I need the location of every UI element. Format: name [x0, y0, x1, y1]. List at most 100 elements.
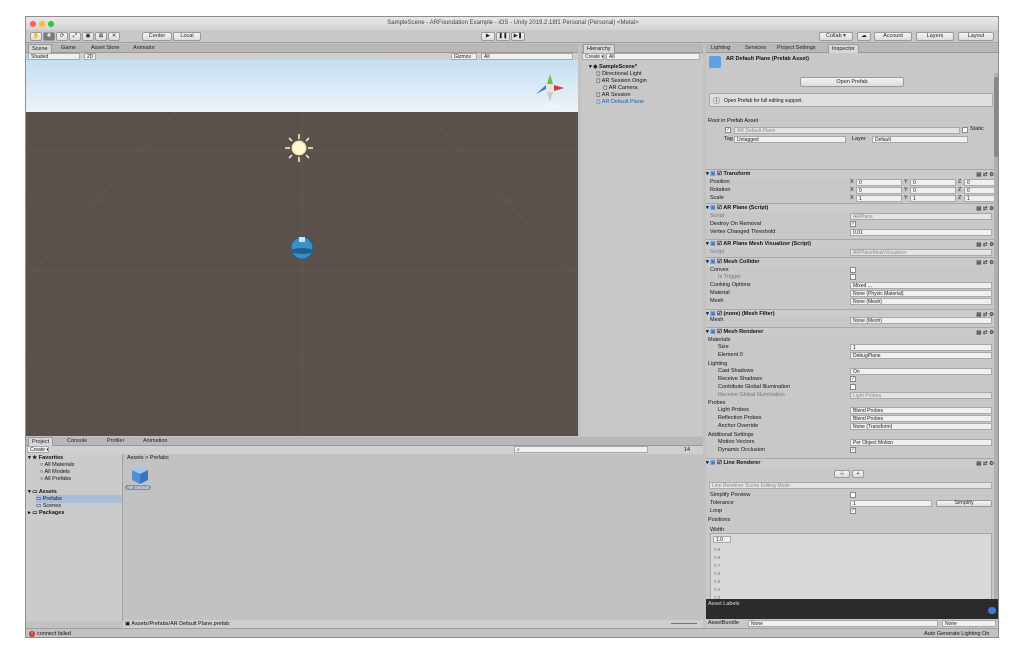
tab-inspector[interactable]: Inspector: [828, 44, 859, 53]
transform-tool-icon[interactable]: ⊠: [95, 32, 107, 41]
light-probes-dropdown[interactable]: Blend Probes: [850, 407, 992, 414]
materials-size-field[interactable]: 1: [850, 344, 992, 351]
close-window-button[interactable]: [30, 21, 36, 27]
scene-search-input[interactable]: All: [481, 53, 573, 60]
tab-animation[interactable]: Animation: [140, 437, 170, 446]
rotate-tool-icon[interactable]: ⟳: [56, 32, 68, 41]
assetbundle-dropdown[interactable]: None: [748, 620, 938, 627]
prefab-cube-icon[interactable]: [132, 466, 148, 484]
layers-dropdown[interactable]: Layers: [916, 32, 954, 41]
transform-header[interactable]: ▾ ▣ ☑ Transform ▤ ⇄ ⚙: [706, 169, 998, 178]
layout-dropdown[interactable]: Layout: [958, 32, 994, 41]
open-prefab-button[interactable]: Open Prefab: [800, 77, 904, 87]
component-enabled-checkbox[interactable]: ☑: [717, 329, 722, 335]
transform-rotation-x-field[interactable]: 0: [856, 187, 902, 194]
component-settings-icon[interactable]: ▤ ⇄ ⚙: [976, 171, 994, 179]
packages-folder[interactable]: ▸ ▭ Packages: [28, 509, 64, 517]
cloud-icon[interactable]: ☁: [857, 32, 871, 41]
dynamic-occlusion-checkbox[interactable]: ✓: [850, 447, 856, 453]
component-settings-icon[interactable]: ▤ ⇄ ⚙: [976, 329, 994, 337]
component-enabled-checkbox[interactable]: ☑: [717, 171, 722, 177]
collab-button[interactable]: Collab ▾: [819, 32, 853, 41]
scene-viewport[interactable]: < Persp: [26, 60, 578, 436]
directional-light-icon[interactable]: [285, 134, 313, 162]
tab-hierarchy[interactable]: Hierarchy: [583, 44, 615, 53]
2d-toggle[interactable]: 2D: [84, 53, 96, 60]
rect-tool-icon[interactable]: ▣: [82, 32, 94, 41]
vertex-threshold-field[interactable]: 0.01: [850, 229, 992, 236]
visualizer-header[interactable]: ▾ ▣ ☑ AR Plane Mesh Visualizer (Script) ▤…: [706, 239, 998, 248]
status-error-text[interactable]: connect failed: [37, 630, 71, 637]
tab-lighting[interactable]: Lighting: [708, 44, 733, 53]
simplify-preview-checkbox[interactable]: [850, 492, 856, 498]
hierarchy-search-input[interactable]: All: [606, 53, 700, 60]
minimize-window-button[interactable]: [39, 21, 45, 27]
project-create-button[interactable]: Create ▾: [27, 446, 49, 453]
layer-dropdown[interactable]: Default: [872, 136, 968, 143]
gameobject-name-field[interactable]: AR Default Plane: [734, 127, 960, 134]
transform-position-y-field[interactable]: 0: [910, 179, 956, 186]
label-tag-icon[interactable]: [988, 607, 996, 614]
motion-vectors-dropdown[interactable]: Per Object Motion: [850, 439, 992, 446]
move-tool-icon[interactable]: ✚: [43, 32, 55, 41]
tag-dropdown[interactable]: Untagged: [734, 136, 846, 143]
tab-scene[interactable]: Scene: [28, 44, 52, 53]
ar-plane-header[interactable]: ▾ ▣ ☑ AR Plane (Script) ▤ ⇄ ⚙: [706, 203, 998, 212]
transform-rotation-y-field[interactable]: 0: [910, 187, 956, 194]
element-0-field[interactable]: DebugPlane: [850, 352, 992, 359]
width-curve-editor[interactable]: 1.0 0.9 0.8 0.7 0.6 0.5 0.4 0.3: [710, 533, 992, 605]
component-enabled-checkbox[interactable]: ☑: [717, 460, 722, 466]
simplify-button[interactable]: Simplify: [936, 500, 992, 507]
component-settings-icon[interactable]: ▤ ⇄ ⚙: [976, 205, 994, 213]
destroy-on-removal-checkbox[interactable]: ✓: [850, 221, 856, 227]
tolerance-field[interactable]: 1: [850, 500, 932, 507]
receive-gi-dropdown[interactable]: Light Probes: [850, 392, 992, 399]
component-enabled-checkbox[interactable]: ☑: [717, 241, 722, 247]
pivot-local-button[interactable]: Local: [173, 32, 201, 41]
component-settings-icon[interactable]: ▤ ⇄ ⚙: [976, 241, 994, 249]
collider-mesh-field[interactable]: None (Mesh): [850, 298, 992, 305]
project-search-input[interactable]: ⌕: [514, 446, 648, 453]
icon-size-slider[interactable]: [671, 623, 697, 624]
contribute-gi-checkbox[interactable]: [850, 384, 856, 390]
tab-project-settings[interactable]: Project Settings: [774, 44, 819, 53]
tab-asset-store[interactable]: Asset Store: [88, 44, 122, 53]
convex-checkbox[interactable]: [850, 267, 856, 273]
hierarchy-item[interactable]: ◻ AR Default Plane: [596, 98, 644, 106]
tab-profiler[interactable]: Profiler: [104, 437, 127, 446]
loop-checkbox[interactable]: ✓: [850, 508, 856, 514]
cooking-options-dropdown[interactable]: Mixed ...: [850, 282, 992, 289]
tab-console[interactable]: Console: [64, 437, 90, 446]
fav-all-prefabs[interactable]: ○ All Prefabs: [40, 475, 71, 483]
persp-label[interactable]: < Persp: [544, 104, 561, 110]
tab-services[interactable]: Services: [742, 44, 769, 53]
tab-animator[interactable]: Animator: [130, 44, 158, 53]
step-button[interactable]: ▶❚: [511, 32, 525, 41]
project-breadcrumb[interactable]: Assets > Prefabs: [127, 454, 169, 462]
tab-project[interactable]: Project: [28, 437, 54, 446]
tab-game[interactable]: Game: [58, 44, 79, 53]
inspector-scroll-thumb[interactable]: [994, 77, 998, 157]
mesh-collider-header[interactable]: ▾ ▣ ☑ Mesh Collider ▤ ⇄ ⚙: [706, 257, 998, 266]
hand-tool-icon[interactable]: ✋: [30, 32, 42, 41]
custom-tool-icon[interactable]: ✕: [108, 32, 120, 41]
assetbundle-variant-dropdown[interactable]: None: [942, 620, 996, 627]
filter-mesh-field[interactable]: None (Mesh): [850, 317, 992, 324]
ar-camera-icon[interactable]: [290, 236, 314, 260]
transform-position-x-field[interactable]: 0: [856, 179, 902, 186]
hierarchy-create-button[interactable]: Create ▾: [582, 53, 604, 60]
is-trigger-checkbox[interactable]: [850, 274, 856, 280]
line-renderer-header[interactable]: ▾ ▣ ☑ Line Renderer ▤ ⇄ ⚙: [706, 458, 998, 467]
edit-points-button[interactable]: ⊹: [834, 470, 850, 478]
ar-plane-script-field[interactable]: ARPlane: [850, 213, 992, 220]
width-value-field[interactable]: 1.0: [713, 536, 731, 543]
asset-name-label[interactable]: AR Default: [125, 485, 151, 490]
shading-mode-dropdown[interactable]: Shaded: [28, 53, 80, 60]
component-enabled-checkbox[interactable]: ☑: [717, 259, 722, 265]
gizmos-dropdown[interactable]: Gizmos: [451, 53, 477, 60]
anchor-override-field[interactable]: None (Transform): [850, 423, 992, 430]
mesh-renderer-header[interactable]: ▾ ▣ ☑ Mesh Renderer ▤ ⇄ ⚙: [706, 327, 998, 336]
pause-button[interactable]: ❚❚: [496, 32, 510, 41]
receive-shadows-checkbox[interactable]: ✓: [850, 376, 856, 382]
pivot-center-button[interactable]: Center: [142, 32, 172, 41]
